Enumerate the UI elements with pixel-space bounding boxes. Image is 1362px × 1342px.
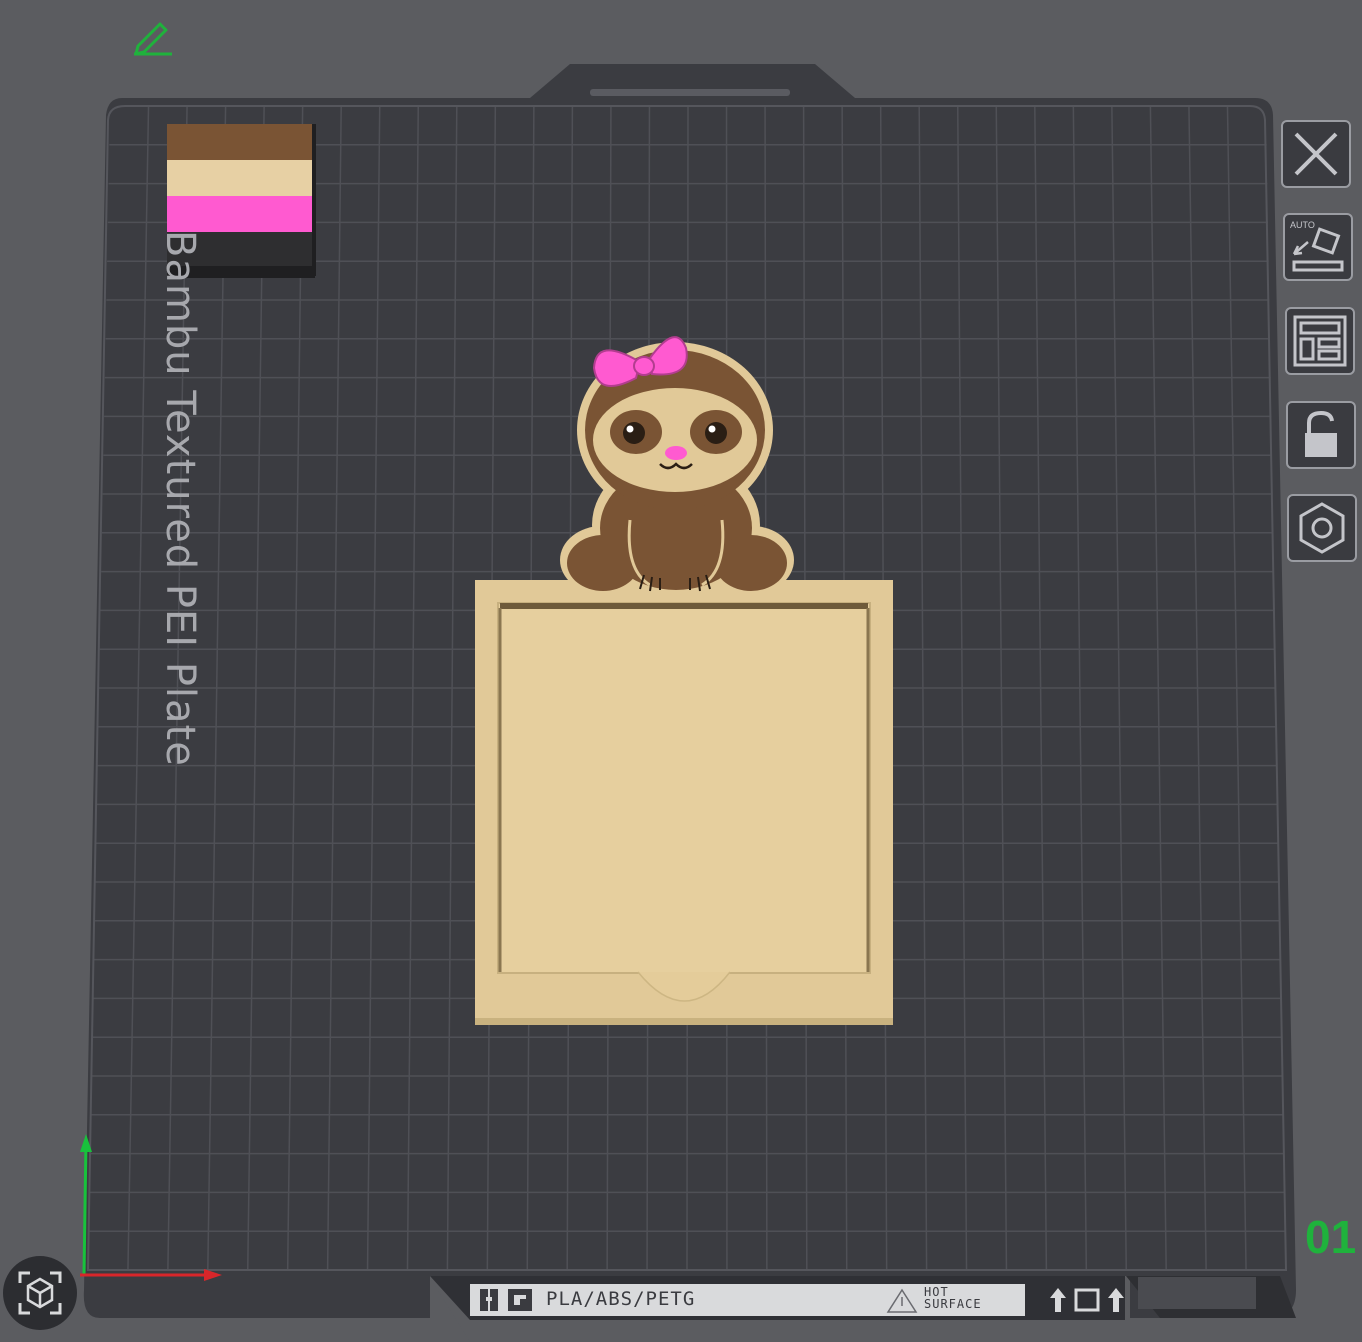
plate-material-strip: PLA/ABS/PETG HOT SURFACE [470,1284,1025,1316]
plate-orientation-icon [1050,1288,1124,1312]
filament-color-swatch [167,196,313,232]
lock-icon [1305,410,1337,457]
plate-number: 01 [1305,1211,1357,1263]
hot-surface-label: HOT SURFACE [924,1285,982,1311]
view-cube-button[interactable] [3,1256,77,1330]
build-plate-view[interactable] [0,0,1362,1342]
close-button[interactable] [1281,120,1351,188]
svg-text:AUTO: AUTO [1290,220,1315,230]
model-stand [475,580,893,1025]
auto-orient-icon: AUTO [1290,220,1344,272]
lock-button[interactable] [1286,401,1356,469]
close-icon [1294,132,1338,176]
filament-color-swatch [167,124,313,160]
plate-tab-slot [590,89,790,96]
warning-icon [886,1288,918,1313]
plate-label: Bambu Textured PEI Plate [157,230,203,767]
arrange-button[interactable] [1285,307,1355,375]
filament-color-swatch [167,160,313,196]
auto-orient-button[interactable]: AUTO [1283,213,1353,281]
plate-material-label: PLA/ABS/PETG [546,1288,696,1310]
hexagon-nut-icon [1299,502,1345,554]
plate-settings-button[interactable] [1287,494,1357,562]
y-axis [82,1139,88,1276]
bambu-logo-icon [480,1289,532,1311]
arrange-icon [1293,315,1347,367]
view-cube-icon [18,1271,62,1315]
edit-pencil-icon[interactable] [130,14,176,62]
